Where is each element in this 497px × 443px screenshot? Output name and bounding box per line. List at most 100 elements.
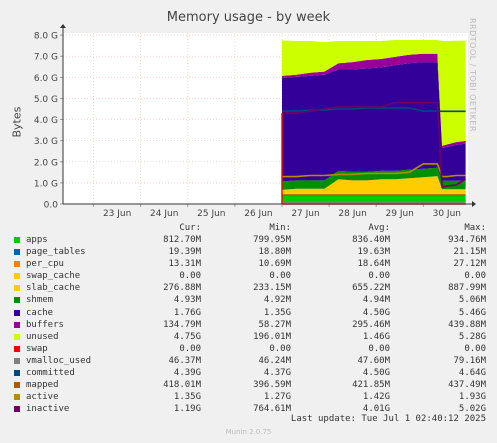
- legend-value: 0.00: [464, 343, 486, 354]
- legend-value: 1.35G: [173, 392, 201, 403]
- legend-row: apps 812.70M 799.95M 836.40M 934.76M: [12, 234, 486, 246]
- legend-row: active 1.35G 1.27G 1.42G 1.93G: [12, 391, 486, 403]
- legend-swatch: [14, 285, 20, 292]
- legend-header-cell: Min:: [269, 223, 291, 233]
- legend-value: 5.28G: [458, 331, 486, 342]
- legend-value: 5.06M: [458, 295, 486, 306]
- legend-series-name: vmalloc_used: [26, 355, 92, 366]
- legend-value: 4.92M: [263, 295, 291, 306]
- legend-header-cell: Max:: [464, 223, 486, 233]
- legend-value: 439.88M: [448, 319, 486, 330]
- legend-value: 4.50G: [362, 368, 390, 379]
- y-tick-label: 3.0 G: [34, 137, 58, 147]
- x-tick-label: 30 Jun: [433, 209, 461, 219]
- legend-row: unused 4.75G 196.01M 1.46G 5.28G: [12, 331, 486, 343]
- legend-value: 0.00: [269, 343, 291, 354]
- legend-value: 295.46M: [352, 319, 390, 330]
- legend-swatch: [14, 237, 20, 243]
- x-tick-label: 28 Jun: [338, 209, 366, 219]
- legend-row: page_tables 19.39M 18.80M 19.63M 21.15M: [12, 246, 486, 258]
- legend-value: 46.24M: [258, 355, 291, 366]
- legend-value: 1.46G: [362, 331, 390, 342]
- legend-value: 4.39G: [173, 368, 201, 379]
- legend-row: committed 4.39G 4.37G 4.50G 4.64G: [12, 367, 486, 379]
- legend-value: 27.12M: [453, 259, 486, 270]
- legend-value: 764.61M: [253, 404, 291, 415]
- x-tick-label: 24 Jun: [150, 209, 178, 219]
- legend-series-name: buffers: [26, 319, 64, 330]
- legend-value: 4.75G: [173, 331, 201, 342]
- y-tick-label: 0.0: [44, 201, 59, 211]
- x-tick-label: 25 Jun: [197, 209, 225, 219]
- legend-value: 4.94M: [362, 295, 390, 306]
- legend-value: 0.00: [179, 271, 201, 282]
- legend-row: buffers 134.79M 58.27M 295.46M 439.88M: [12, 319, 486, 331]
- legend-value: 19.39M: [168, 247, 201, 258]
- legend-swatch: [14, 382, 20, 389]
- y-axis-arrow: [60, 24, 66, 28]
- y-tick-label: 7.0 G: [34, 53, 58, 63]
- legend-value: 799.95M: [253, 235, 291, 245]
- legend-series-name: swap_cache: [26, 271, 81, 282]
- y-tick-label: 5.0 G: [34, 95, 58, 105]
- legend-value: 421.85M: [352, 380, 390, 391]
- legend-series-name: slab_cache: [26, 283, 81, 294]
- legend-row: mapped 418.01M 396.59M 421.85M 437.49M: [12, 379, 486, 391]
- legend-value: 4.93M: [173, 295, 201, 306]
- legend-swatch: [14, 370, 20, 377]
- legend-value: 47.60M: [357, 355, 390, 366]
- legend-series-name: committed: [26, 368, 75, 379]
- legend-value: 13.31M: [168, 259, 201, 270]
- y-tick-label: 1.0 G: [34, 179, 58, 189]
- legend-value: 233.15M: [253, 283, 291, 294]
- legend-value: 0.00: [179, 343, 201, 354]
- legend-value: 196.01M: [253, 331, 291, 342]
- legend-value: 0.00: [368, 271, 390, 282]
- legend-header: Cur: Min: Avg: Max:: [12, 222, 486, 234]
- legend-value: 836.40M: [352, 235, 390, 245]
- legend-series-name: swap: [26, 343, 48, 354]
- x-tick-label: 29 Jun: [386, 209, 414, 219]
- legend-value: 0.00: [269, 271, 291, 282]
- x-axis-arrow: [472, 201, 476, 207]
- x-tick-label: 27 Jun: [291, 209, 319, 219]
- legend-value: 18.64M: [357, 259, 390, 270]
- x-tick-label: 26 Jun: [244, 209, 272, 219]
- x-tick-label: 23 Jun: [103, 209, 131, 219]
- legend-swatch: [14, 309, 20, 316]
- legend-value: 276.88M: [163, 283, 201, 294]
- legend-swatch: [14, 345, 20, 352]
- legend-series-name: mapped: [26, 380, 59, 391]
- legend-value: 1.27G: [263, 392, 291, 403]
- legend-value: 934.76M: [448, 235, 486, 245]
- legend-series-name: page_tables: [26, 247, 86, 258]
- legend-row: per_cpu 13.31M 10.69M 18.64M 27.12M: [12, 258, 486, 270]
- last-update: Last update: Tue Jul 1 02:40:12 2025: [290, 414, 486, 424]
- memory-chart: 0.0 1.0 G 2.0 G 3.0 G 4.0 G 5.0 G 6.0 G 7.0 G 8.…: [34, 24, 476, 219]
- legend-value: 10.69M: [258, 259, 291, 270]
- munin-version: Munin 2.0.75: [225, 428, 272, 436]
- legend-value: 134.79M: [163, 319, 201, 330]
- legend-swatch: [14, 297, 20, 304]
- legend-swatch: [14, 357, 20, 364]
- legend-swatch: [14, 261, 20, 268]
- legend-series-name: per_cpu: [26, 259, 64, 270]
- legend-series-name: active: [26, 392, 59, 403]
- legend-value: 4.64G: [458, 368, 486, 379]
- legend-row: swap 0.00 0.00 0.00 0.00: [12, 343, 486, 355]
- legend-value: 1.19G: [173, 404, 201, 415]
- legend-value: 812.70M: [163, 235, 201, 245]
- legend-value: 437.49M: [448, 380, 486, 391]
- legend-value: 18.80M: [258, 247, 291, 258]
- y-tick-label: 6.0 G: [34, 74, 58, 84]
- legend-swatch: [14, 249, 20, 256]
- legend-series-name: inactive: [26, 404, 70, 415]
- legend-value: 5.46G: [458, 307, 486, 318]
- legend-swatch: [14, 333, 20, 340]
- legend-value: 4.37G: [263, 368, 291, 379]
- legend-row: slab_cache 276.88M 233.15M 655.22M 887.99M: [12, 282, 486, 294]
- y-tick-label: 2.0 G: [34, 158, 58, 168]
- legend-swatch: [14, 321, 20, 328]
- legend-value: 655.22M: [352, 283, 390, 294]
- legend-value: 58.27M: [258, 319, 291, 330]
